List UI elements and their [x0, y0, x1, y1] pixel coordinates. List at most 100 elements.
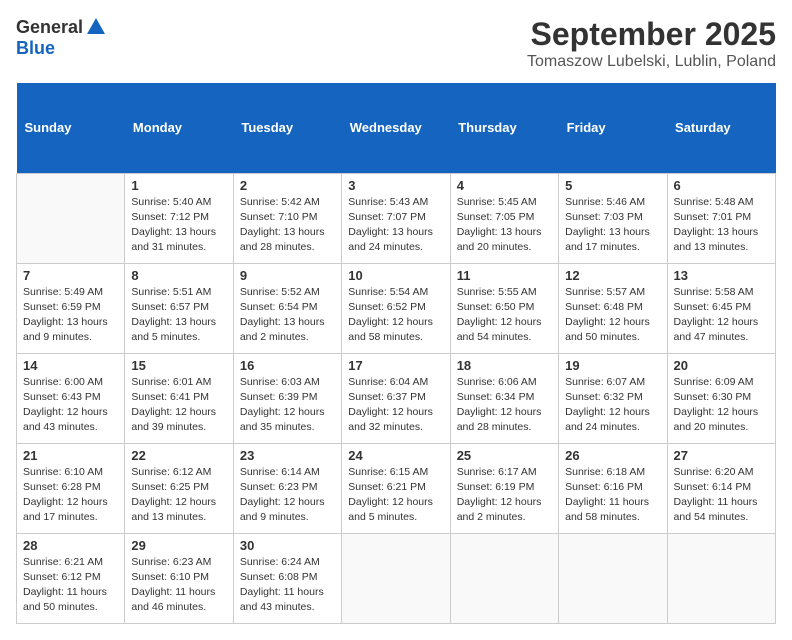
- day-header-saturday: Saturday: [667, 83, 775, 173]
- day-info: Sunrise: 5:46 AM Sunset: 7:03 PM Dayligh…: [565, 195, 660, 256]
- calendar-table: SundayMondayTuesdayWednesdayThursdayFrid…: [16, 83, 776, 624]
- calendar-cell: [450, 533, 558, 623]
- day-info: Sunrise: 5:54 AM Sunset: 6:52 PM Dayligh…: [348, 285, 443, 346]
- calendar-cell: 3Sunrise: 5:43 AM Sunset: 7:07 PM Daylig…: [342, 173, 450, 263]
- calendar-cell: 19 Sunrise: 6:07 AM Sunset: 6:32 PM Dayli…: [559, 353, 667, 443]
- calendar-cell: [342, 533, 450, 623]
- day-info: Sunrise: 5:43 AM Sunset: 7:07 PM Dayligh…: [348, 195, 443, 256]
- day-info: Sunrise: 5:49 AM Sunset: 6:59 PM Dayligh…: [23, 285, 118, 346]
- day-info: Sunrise: 5:55 AM Sunset: 6:50 PM Dayligh…: [457, 285, 552, 346]
- calendar-cell: [667, 533, 775, 623]
- day-info: Sunrise: 5:58 AM Sunset: 6:45 PM Dayligh…: [674, 285, 769, 346]
- day-number: 27: [674, 448, 769, 463]
- day-number: 26: [565, 448, 660, 463]
- day-number: 11: [457, 268, 552, 283]
- calendar-cell: 28 Sunrise: 6:21 AM Sunset: 6:12 PM Dayli…: [17, 533, 125, 623]
- day-header-tuesday: Tuesday: [233, 83, 341, 173]
- day-info: Sunrise: 6:04 AM Sunset: 6:37 PM Dayligh…: [348, 375, 443, 436]
- day-number: 21: [23, 448, 118, 463]
- day-number: 19: [565, 358, 660, 373]
- day-info: Sunrise: 5:45 AM Sunset: 7:05 PM Dayligh…: [457, 195, 552, 256]
- day-info: Sunrise: 6:03 AM Sunset: 6:39 PM Dayligh…: [240, 375, 335, 436]
- calendar-cell: 7 Sunrise: 5:49 AM Sunset: 6:59 PM Daylig…: [17, 263, 125, 353]
- calendar-cell: 20 Sunrise: 6:09 AM Sunset: 6:30 PM Dayli…: [667, 353, 775, 443]
- logo-general: General: [16, 17, 83, 38]
- header: General Blue September 2025 Tomaszow Lub…: [16, 16, 776, 71]
- day-header-friday: Friday: [559, 83, 667, 173]
- day-info: Sunrise: 6:20 AM Sunset: 6:14 PM Dayligh…: [674, 465, 769, 526]
- day-number: 5: [565, 178, 660, 193]
- day-number: 1: [131, 178, 226, 193]
- week-row-5: 28 Sunrise: 6:21 AM Sunset: 6:12 PM Dayli…: [17, 533, 776, 623]
- day-info: Sunrise: 6:06 AM Sunset: 6:34 PM Dayligh…: [457, 375, 552, 436]
- logo-icon: [85, 16, 107, 38]
- day-info: Sunrise: 5:51 AM Sunset: 6:57 PM Dayligh…: [131, 285, 226, 346]
- calendar-cell: 9 Sunrise: 5:52 AM Sunset: 6:54 PM Daylig…: [233, 263, 341, 353]
- calendar-cell: 4 Sunrise: 5:45 AM Sunset: 7:05 PM Daylig…: [450, 173, 558, 263]
- calendar-cell: 10 Sunrise: 5:54 AM Sunset: 6:52 PM Dayli…: [342, 263, 450, 353]
- calendar-cell: 25Sunrise: 6:17 AM Sunset: 6:19 PM Dayli…: [450, 443, 558, 533]
- day-number: 15: [131, 358, 226, 373]
- day-header-thursday: Thursday: [450, 83, 558, 173]
- calendar-cell: 11 Sunrise: 5:55 AM Sunset: 6:50 PM Dayli…: [450, 263, 558, 353]
- day-info: Sunrise: 5:40 AM Sunset: 7:12 PM Dayligh…: [131, 195, 226, 256]
- logo-blue: Blue: [16, 38, 55, 59]
- calendar-cell: 1 Sunrise: 5:40 AM Sunset: 7:12 PM Daylig…: [125, 173, 233, 263]
- day-info: Sunrise: 6:18 AM Sunset: 6:16 PM Dayligh…: [565, 465, 660, 526]
- day-number: 30: [240, 538, 335, 553]
- week-row-1: 1 Sunrise: 5:40 AM Sunset: 7:12 PM Daylig…: [17, 173, 776, 263]
- calendar-cell: [559, 533, 667, 623]
- calendar-cell: [17, 173, 125, 263]
- calendar-cell: 16 Sunrise: 6:03 AM Sunset: 6:39 PM Dayli…: [233, 353, 341, 443]
- calendar-cell: 17 Sunrise: 6:04 AM Sunset: 6:37 PM Dayli…: [342, 353, 450, 443]
- day-header-sunday: Sunday: [17, 83, 125, 173]
- title-area: September 2025 Tomaszow Lubelski, Lublin…: [527, 16, 776, 71]
- week-row-2: 7 Sunrise: 5:49 AM Sunset: 6:59 PM Daylig…: [17, 263, 776, 353]
- day-info: Sunrise: 6:12 AM Sunset: 6:25 PM Dayligh…: [131, 465, 226, 526]
- calendar-subtitle: Tomaszow Lubelski, Lublin, Poland: [527, 53, 776, 71]
- week-row-4: 21Sunrise: 6:10 AM Sunset: 6:28 PM Dayli…: [17, 443, 776, 533]
- calendar-cell: 30 Sunrise: 6:24 AM Sunset: 6:08 PM Dayli…: [233, 533, 341, 623]
- day-number: 16: [240, 358, 335, 373]
- calendar-cell: 27 Sunrise: 6:20 AM Sunset: 6:14 PM Dayli…: [667, 443, 775, 533]
- day-number: 18: [457, 358, 552, 373]
- calendar-cell: 29Sunrise: 6:23 AM Sunset: 6:10 PM Dayli…: [125, 533, 233, 623]
- calendar-cell: 8Sunrise: 5:51 AM Sunset: 6:57 PM Daylig…: [125, 263, 233, 353]
- day-number: 17: [348, 358, 443, 373]
- logo: General Blue: [16, 16, 109, 59]
- day-info: Sunrise: 6:00 AM Sunset: 6:43 PM Dayligh…: [23, 375, 118, 436]
- day-number: 12: [565, 268, 660, 283]
- day-info: Sunrise: 6:09 AM Sunset: 6:30 PM Dayligh…: [674, 375, 769, 436]
- calendar-cell: 22Sunrise: 6:12 AM Sunset: 6:25 PM Dayli…: [125, 443, 233, 533]
- day-info: Sunrise: 6:21 AM Sunset: 6:12 PM Dayligh…: [23, 555, 118, 616]
- day-info: Sunrise: 6:24 AM Sunset: 6:08 PM Dayligh…: [240, 555, 335, 616]
- calendar-cell: 14 Sunrise: 6:00 AM Sunset: 6:43 PM Dayli…: [17, 353, 125, 443]
- day-number: 13: [674, 268, 769, 283]
- calendar-cell: 26 Sunrise: 6:18 AM Sunset: 6:16 PM Dayli…: [559, 443, 667, 533]
- day-number: 14: [23, 358, 118, 373]
- day-info: Sunrise: 6:23 AM Sunset: 6:10 PM Dayligh…: [131, 555, 226, 616]
- calendar-cell: 21Sunrise: 6:10 AM Sunset: 6:28 PM Dayli…: [17, 443, 125, 533]
- calendar-cell: 2Sunrise: 5:42 AM Sunset: 7:10 PM Daylig…: [233, 173, 341, 263]
- day-info: Sunrise: 6:14 AM Sunset: 6:23 PM Dayligh…: [240, 465, 335, 526]
- day-number: 4: [457, 178, 552, 193]
- day-number: 6: [674, 178, 769, 193]
- day-number: 20: [674, 358, 769, 373]
- calendar-cell: 13 Sunrise: 5:58 AM Sunset: 6:45 PM Dayli…: [667, 263, 775, 353]
- day-number: 9: [240, 268, 335, 283]
- day-info: Sunrise: 6:01 AM Sunset: 6:41 PM Dayligh…: [131, 375, 226, 436]
- day-number: 25: [457, 448, 552, 463]
- day-info: Sunrise: 5:57 AM Sunset: 6:48 PM Dayligh…: [565, 285, 660, 346]
- day-info: Sunrise: 5:48 AM Sunset: 7:01 PM Dayligh…: [674, 195, 769, 256]
- calendar-cell: 23Sunrise: 6:14 AM Sunset: 6:23 PM Dayli…: [233, 443, 341, 533]
- day-number: 28: [23, 538, 118, 553]
- day-number: 7: [23, 268, 118, 283]
- calendar-cell: 5 Sunrise: 5:46 AM Sunset: 7:03 PM Daylig…: [559, 173, 667, 263]
- day-info: Sunrise: 5:52 AM Sunset: 6:54 PM Dayligh…: [240, 285, 335, 346]
- week-row-3: 14 Sunrise: 6:00 AM Sunset: 6:43 PM Dayli…: [17, 353, 776, 443]
- day-info: Sunrise: 6:07 AM Sunset: 6:32 PM Dayligh…: [565, 375, 660, 436]
- day-header-wednesday: Wednesday: [342, 83, 450, 173]
- calendar-cell: 12 Sunrise: 5:57 AM Sunset: 6:48 PM Dayli…: [559, 263, 667, 353]
- calendar-cell: 24Sunrise: 6:15 AM Sunset: 6:21 PM Dayli…: [342, 443, 450, 533]
- day-number: 10: [348, 268, 443, 283]
